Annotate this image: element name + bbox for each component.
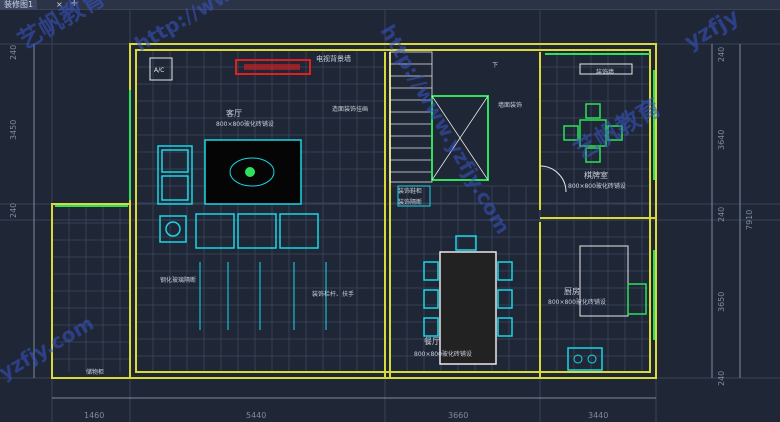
deco-wall-label: 装饰墙 [596,68,614,76]
dining-room-label: 餐厅 [424,337,440,346]
rail-label: 装饰栏杆、扶手 [312,290,354,298]
shoe-cabinet-label: 装饰鞋柜 [398,187,422,195]
living-floor-label: 800×800玻化砖铺设 [216,120,274,128]
dim-right-3: 7910 [745,210,754,230]
dim-right-2: 3640 [717,130,726,150]
kitchen-sink [627,283,647,315]
dim-left-1: 3450 [9,120,18,140]
dining-floor-label: 800×800玻化砖铺设 [414,350,472,358]
dim-right-1: 240 [717,47,726,62]
cad-drawing-canvas[interactable]: 电视背景墙 客厅 800×800玻化砖铺设 造面装饰挂画 墙面装饰 下 装饰鞋柜… [0,0,780,422]
walls [51,43,657,379]
kitchen-label: 厨房 [564,286,580,296]
balcony-rail [199,262,327,330]
storage-label: 储物柜 [86,368,104,376]
windows [55,53,655,340]
ac-label: A/C [154,67,164,74]
kitchen-floor-label: 800×800玻化砖铺设 [548,298,606,306]
card-floor-label: 800×800玻化砖铺设 [568,182,626,190]
dim-right-6: 240 [717,371,726,386]
watermarks: http://www.yzfjy.com 艺帆教育 yzfjy 艺帆教育 yzf… [0,0,744,384]
glass-partition-label: 钢化玻璃隔断 [160,276,196,284]
dim-right-5: 3650 [717,292,726,312]
dim-left-3: 240 [9,45,18,60]
dim-bottom-1: 1460 [84,411,104,420]
watermark-4: 艺帆教育 [569,93,666,165]
watermark-1: http://www.yzfjy.com [131,0,349,56]
partition-label: 装饰隔断 [398,198,422,206]
dining-table [439,251,497,365]
dimension-lines [33,44,741,399]
door-swing [539,165,567,193]
living-room-label: 客厅 [226,108,242,118]
dim-bottom-3: 3660 [448,411,468,420]
stair-down-label: 下 [492,62,498,69]
wall-deco-2-label: 墙面装饰 [498,101,522,109]
tv-wall-label: 电视背景墙 [316,54,351,63]
tile-grid [51,49,650,372]
watermark-5: yzfjy.com [0,311,98,385]
watermark-2: 艺帆教育 [13,0,110,55]
dim-bottom-2: 5440 [246,411,266,420]
stove [567,347,603,371]
room-labels: 电视背景墙 客厅 800×800玻化砖铺设 造面装饰挂画 墙面装饰 下 装饰鞋柜… [86,54,626,376]
watermark-6: http://www.yzfjy.com [376,21,516,239]
dim-right-4: 240 [717,207,726,222]
dim-left-2: 240 [9,203,18,218]
dim-bottom-4: 3440 [588,411,608,420]
wall-deco-label: 造面装饰挂画 [332,105,368,113]
card-room-label: 棋牌室 [584,170,608,180]
